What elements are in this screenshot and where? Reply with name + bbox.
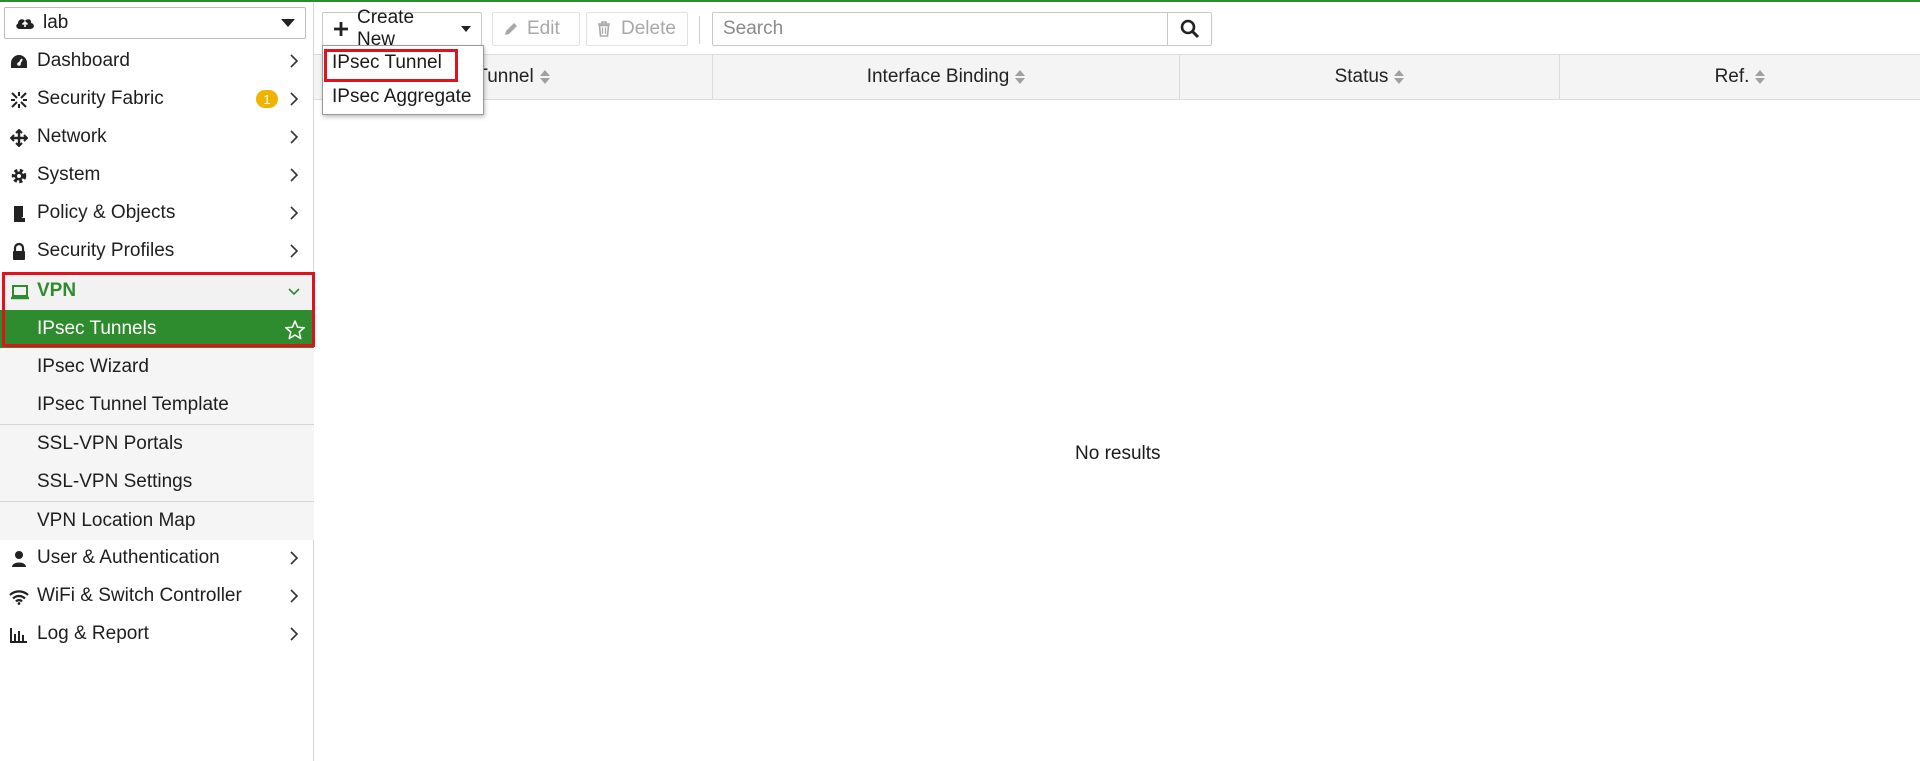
sidebar-item-ipsec-tunnel-template[interactable]: IPsec Tunnel Template bbox=[0, 386, 314, 424]
sort-icon bbox=[539, 70, 550, 84]
chevron-right-icon bbox=[290, 54, 299, 68]
delete-button[interactable]: Delete bbox=[586, 12, 688, 46]
edit-button[interactable]: Edit bbox=[492, 12, 580, 46]
sort-icon bbox=[1755, 70, 1766, 84]
policy-icon bbox=[9, 204, 29, 224]
sidebar-item-user-authentication[interactable]: User & Authentication bbox=[0, 539, 314, 577]
chevron-right-icon bbox=[290, 92, 299, 106]
chevron-right-icon bbox=[290, 551, 299, 565]
dashboard-icon bbox=[9, 52, 29, 72]
sidebar-item-label: IPsec Tunnels bbox=[37, 318, 157, 339]
chevron-right-icon bbox=[290, 627, 299, 641]
create-new-button[interactable]: Create New bbox=[322, 7, 482, 50]
chevron-right-icon bbox=[290, 168, 299, 182]
sidebar-item-label: VPN Location Map bbox=[37, 510, 196, 531]
user-icon bbox=[9, 549, 29, 569]
chevron-right-icon bbox=[290, 206, 299, 220]
toolbar: Create New Edit Delete bbox=[314, 2, 1920, 54]
chevron-down-icon bbox=[288, 288, 300, 296]
menu-item-ipsec-tunnel[interactable]: IPsec Tunnel bbox=[323, 46, 483, 80]
caret-down-icon bbox=[461, 26, 471, 32]
search-icon bbox=[1180, 19, 1199, 39]
sidebar-item-label: Network bbox=[37, 126, 107, 147]
create-new-dropdown: IPsec Tunnel IPsec Aggregate bbox=[322, 45, 484, 115]
empty-state-text: No results bbox=[1075, 443, 1161, 464]
search-box bbox=[712, 12, 1212, 46]
pencil-icon bbox=[503, 21, 519, 37]
column-label: Interface Binding bbox=[866, 66, 1010, 87]
sort-icon bbox=[1394, 70, 1405, 84]
column-label: Tunnel bbox=[476, 66, 534, 87]
column-label: Status bbox=[1334, 66, 1389, 87]
plus-icon bbox=[333, 21, 349, 37]
trash-icon bbox=[597, 21, 613, 37]
chart-icon bbox=[9, 625, 29, 645]
table-header: Tunnel Interface Binding Status Ref. bbox=[314, 54, 1920, 100]
nav-menu-bottom: User & Authentication WiFi & Switch Cont… bbox=[0, 539, 314, 653]
notification-badge: 1 bbox=[256, 90, 278, 108]
network-icon bbox=[9, 128, 29, 148]
sidebar-item-label: Dashboard bbox=[37, 50, 130, 71]
nav-menu: Dashboard Security Fabric 1 Network Syst… bbox=[0, 42, 314, 270]
chevron-right-icon bbox=[290, 589, 299, 603]
column-label: Ref. bbox=[1714, 66, 1750, 87]
sidebar-item-vpn[interactable]: VPN bbox=[0, 272, 314, 310]
sidebar-item-label: VPN bbox=[37, 280, 77, 301]
sidebar-item-label: SSL-VPN Settings bbox=[37, 471, 193, 492]
sidebar-item-wifi-switch-controller[interactable]: WiFi & Switch Controller bbox=[0, 577, 314, 615]
sidebar: lab Dashboard Security Fabric 1 Network bbox=[0, 2, 315, 761]
sidebar-item-label: Security Fabric bbox=[37, 88, 164, 109]
search-input[interactable] bbox=[713, 13, 1173, 45]
sidebar-item-label: WiFi & Switch Controller bbox=[37, 585, 242, 606]
fabric-icon bbox=[9, 90, 29, 110]
edit-label: Edit bbox=[527, 18, 560, 39]
sidebar-item-label: User & Authentication bbox=[37, 547, 220, 568]
vdom-label: lab bbox=[43, 12, 69, 33]
search-button[interactable] bbox=[1167, 13, 1211, 45]
sidebar-item-dashboard[interactable]: Dashboard bbox=[0, 42, 314, 80]
sidebar-item-log-report[interactable]: Log & Report bbox=[0, 615, 314, 653]
column-header-ref[interactable]: Ref. bbox=[1560, 55, 1920, 99]
vdom-selector[interactable]: lab bbox=[4, 7, 306, 39]
wifi-icon bbox=[9, 587, 29, 607]
sidebar-item-label: IPsec Tunnel Template bbox=[37, 394, 229, 415]
laptop-icon bbox=[11, 285, 29, 300]
sidebar-item-ssl-vpn-settings[interactable]: SSL-VPN Settings bbox=[0, 463, 314, 501]
delete-label: Delete bbox=[621, 18, 676, 39]
sidebar-item-ipsec-tunnels[interactable]: IPsec Tunnels bbox=[0, 310, 314, 348]
sidebar-item-security-profiles[interactable]: Security Profiles bbox=[0, 232, 314, 270]
sidebar-item-ssl-vpn-portals[interactable]: SSL-VPN Portals bbox=[0, 425, 314, 463]
sidebar-item-security-fabric[interactable]: Security Fabric 1 bbox=[0, 80, 314, 118]
sidebar-item-label: IPsec Wizard bbox=[37, 356, 149, 377]
sidebar-item-label: System bbox=[37, 164, 101, 185]
vpn-menu-group: VPN IPsec Tunnels IPsec Wizard IPsec Tun… bbox=[0, 272, 314, 540]
star-icon[interactable] bbox=[284, 319, 306, 341]
sidebar-item-label: Policy & Objects bbox=[37, 202, 176, 223]
column-header-status[interactable]: Status bbox=[1180, 55, 1560, 99]
chevron-right-icon bbox=[290, 244, 299, 258]
chevron-down-icon bbox=[281, 19, 295, 27]
sidebar-item-network[interactable]: Network bbox=[0, 118, 314, 156]
sidebar-item-policy-objects[interactable]: Policy & Objects bbox=[0, 194, 314, 232]
chevron-right-icon bbox=[290, 130, 299, 144]
cloud-icon bbox=[15, 13, 35, 33]
gear-icon bbox=[9, 166, 29, 186]
sidebar-item-label: Security Profiles bbox=[37, 240, 175, 261]
toolbar-divider bbox=[699, 16, 700, 44]
column-header-interface-binding[interactable]: Interface Binding bbox=[713, 55, 1180, 99]
sidebar-item-vpn-location-map[interactable]: VPN Location Map bbox=[0, 502, 314, 540]
sidebar-item-ipsec-wizard[interactable]: IPsec Wizard bbox=[0, 348, 314, 386]
sidebar-item-label: Log & Report bbox=[37, 623, 149, 644]
menu-item-ipsec-aggregate[interactable]: IPsec Aggregate bbox=[323, 80, 483, 114]
lock-icon bbox=[9, 242, 29, 262]
sort-icon bbox=[1015, 70, 1026, 84]
sidebar-item-system[interactable]: System bbox=[0, 156, 314, 194]
sidebar-item-label: SSL-VPN Portals bbox=[37, 433, 183, 454]
